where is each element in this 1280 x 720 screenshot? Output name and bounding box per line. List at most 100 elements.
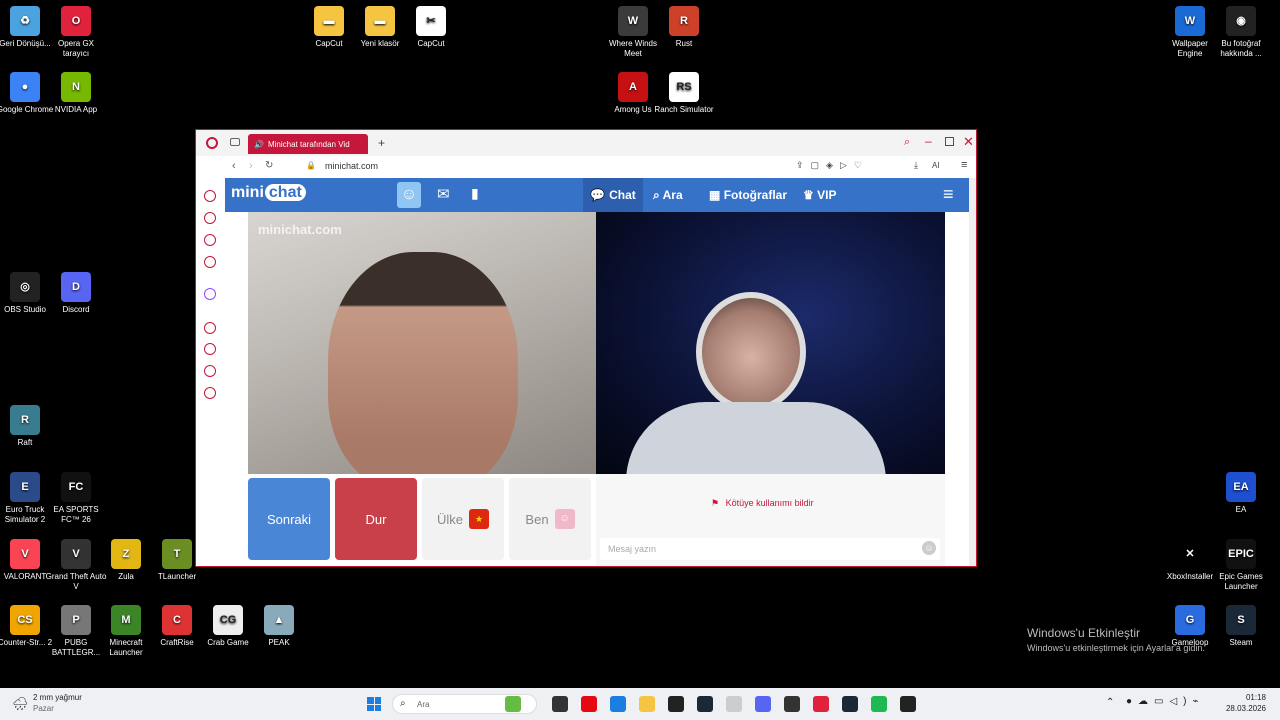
app-icon: O <box>61 6 91 36</box>
desktop-icon[interactable]: O Opera GX tarayıcı <box>45 6 107 59</box>
desktop-icon[interactable]: EPIC Epic Games Launcher <box>1210 539 1272 592</box>
taskbar-app-icon[interactable] <box>639 696 655 712</box>
desktop-icon-label: Bu fotoğraf hakkında ... <box>1220 39 1262 58</box>
taskbar-app-icon[interactable] <box>581 696 597 712</box>
nav-photos[interactable]: ▦ Fotoğraflar <box>709 188 787 202</box>
nav-chat[interactable]: 💬 Chat <box>583 178 643 212</box>
sidebar-icon-3[interactable] <box>204 234 216 246</box>
desktop-icon[interactable]: ✂ CapCut <box>400 6 462 49</box>
grid-icon: ▦ <box>709 188 721 202</box>
stop-label: Dur <box>365 511 387 527</box>
me-button[interactable]: Ben ☺ <box>509 478 591 560</box>
nav-search[interactable]: ⌕ Ara <box>653 188 683 203</box>
start-icon[interactable] <box>367 697 381 711</box>
desktop-icon[interactable]: ◉ Bu fotoğraf hakkında ... <box>1210 6 1272 59</box>
taskbar-app-icon[interactable] <box>813 696 829 712</box>
close-icon[interactable]: ✕ <box>963 134 974 150</box>
desktop-icon-label: Steam <box>1229 638 1253 647</box>
profile-icon[interactable]: ☺ <box>397 182 421 208</box>
app-icon: W <box>1175 6 1205 36</box>
ai-icon[interactable]: AI <box>932 161 940 170</box>
tab-search-icon[interactable]: ⌕ <box>904 136 910 149</box>
country-button[interactable]: Ülke ★ <box>422 478 504 560</box>
emoji-icon[interactable]: ☺ <box>922 541 936 555</box>
taskbar-app-icon[interactable] <box>505 696 521 712</box>
app-icon: ▲ <box>264 605 294 635</box>
reload-icon[interactable]: ↻ <box>265 160 273 171</box>
me-label: Ben <box>525 511 549 527</box>
desktop-icon[interactable]: FC EA SPORTS FC™ 26 <box>45 472 107 525</box>
download-icon[interactable]: ⤓ <box>914 160 918 171</box>
hamburger-icon[interactable]: ≡ <box>943 184 954 205</box>
sidebar-icon-5[interactable] <box>204 322 216 334</box>
new-tab-icon[interactable]: + <box>378 136 385 150</box>
activation-subtitle: Windows'u etkinleştirmek için Ayarlar'a … <box>1027 643 1205 653</box>
crown-icon: ♛ <box>803 188 814 202</box>
taskbar-app-icon[interactable] <box>755 696 771 712</box>
tray-icons[interactable]: ●☁▭◁)⌁ <box>1126 696 1205 707</box>
browser-sidebar <box>196 178 224 566</box>
app-icon: R <box>669 6 699 36</box>
sidebar-icon-6[interactable] <box>204 343 216 355</box>
stop-button[interactable]: Dur <box>335 478 417 560</box>
toolbar-icons[interactable]: ⇪▢◈▷♡ <box>796 160 869 171</box>
taskbar-app-icon[interactable] <box>871 696 887 712</box>
weather-icon: 🌧 <box>12 696 29 711</box>
tray-chevron-icon[interactable]: ⌃ <box>1106 697 1114 708</box>
nav-vip[interactable]: ♛ VIP <box>803 188 836 202</box>
tab-menu-icon[interactable] <box>230 138 240 146</box>
app-icon: ✕ <box>1175 539 1205 569</box>
desktop-icon[interactable]: R Rust <box>653 6 715 49</box>
app-icon: P <box>61 605 91 635</box>
sidebar-icon-1[interactable] <box>204 190 216 202</box>
bookmark-icon[interactable]: ▮ <box>471 185 479 202</box>
taskbar-app-icon[interactable] <box>726 696 742 712</box>
taskbar-app-icon[interactable] <box>900 696 916 712</box>
desktop-icon[interactable]: N NVIDIA App <box>45 72 107 115</box>
taskbar-app-icon[interactable] <box>552 696 568 712</box>
taskbar: 🌧 2 mm yağmur Pazar ⌕ Ara ⌃ ●☁▭◁)⌁ 01:18… <box>0 688 1280 720</box>
search-icon: ⌕ <box>653 188 660 202</box>
logo-chat: chat <box>264 184 306 201</box>
sidebar-icon-4[interactable] <box>204 256 216 268</box>
minimize-icon[interactable]: – <box>925 134 932 148</box>
app-icon: D <box>61 272 91 302</box>
desktop-icon[interactable]: S Steam <box>1210 605 1272 648</box>
taskbar-app-icon[interactable] <box>842 696 858 712</box>
chat-panel: ⚑ Kötüye kullanımı bildir Mesaj yazın ☺ <box>596 474 945 566</box>
message-input[interactable]: Mesaj yazın ☺ <box>600 538 940 560</box>
sidebar-icon-2[interactable] <box>204 212 216 224</box>
forward-icon[interactable]: › <box>249 160 253 172</box>
mail-icon[interactable]: ✉ <box>437 185 450 203</box>
tab-bar: 🔊 Minichat tarafından Vid + ⌕ – ✕ <box>196 130 976 156</box>
opera-logo-icon[interactable] <box>206 137 218 149</box>
minichat-logo[interactable]: mini chat <box>231 184 306 202</box>
tab-minichat[interactable]: 🔊 Minichat tarafından Vid <box>248 134 368 154</box>
app-icon: A <box>618 72 648 102</box>
back-icon[interactable]: ‹ <box>232 160 236 172</box>
report-link[interactable]: ⚑ Kötüye kullanımı bildir <box>711 498 814 509</box>
clock[interactable]: 01:18 28.03.2026 <box>1218 693 1266 713</box>
desktop-icon-label: Epic Games Launcher <box>1219 572 1263 591</box>
activation-title: Windows'u Etkinleştir <box>1027 626 1140 640</box>
twitch-icon[interactable] <box>204 288 216 300</box>
menu-icon[interactable]: ≡ <box>961 159 967 171</box>
settings-icon[interactable] <box>204 387 216 399</box>
sidebar-icon-7[interactable] <box>204 365 216 377</box>
taskbar-app-icon[interactable] <box>668 696 684 712</box>
page-scrollbar[interactable] <box>969 178 976 566</box>
desktop-icon[interactable]: RS Ranch Simulator <box>653 72 715 115</box>
address-bar: ‹ › ↻ 🔒 minichat.com ⇪▢◈▷♡ ⤓ AI ≡ <box>196 156 976 178</box>
taskbar-app-icon[interactable] <box>784 696 800 712</box>
taskbar-app-icon[interactable] <box>697 696 713 712</box>
desktop-icon[interactable]: EA EA <box>1210 472 1272 515</box>
desktop-icon[interactable]: ▲ PEAK <box>248 605 310 648</box>
desktop-icon[interactable]: D Discord <box>45 272 107 315</box>
url-text[interactable]: minichat.com <box>325 161 378 171</box>
next-button[interactable]: Sonraki <box>248 478 330 560</box>
maximize-icon[interactable] <box>945 137 954 146</box>
nav-photos-label: Fotoğraflar <box>723 188 788 202</box>
desktop-icon[interactable]: R Raft <box>0 405 56 448</box>
app-icon: ▬ <box>314 6 344 36</box>
taskbar-app-icon[interactable] <box>610 696 626 712</box>
